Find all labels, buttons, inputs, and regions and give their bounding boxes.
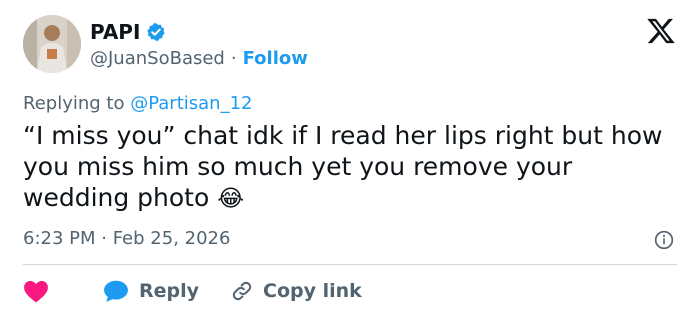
info-icon[interactable] (654, 230, 674, 250)
tweet-text: “I miss you” chat idk if I read her lips… (23, 120, 683, 215)
copy-link-label: Copy link (263, 280, 362, 302)
tweet-card: PAPI @JuanSoBased · Follow Replying to @… (0, 0, 700, 318)
reply-context: Replying to @Partisan_12 (23, 93, 252, 114)
laughing-crying-emoji: 😂 (217, 186, 245, 212)
tweet-text-body: “I miss you” chat idk if I read her lips… (23, 121, 663, 212)
like-button[interactable] (23, 279, 89, 303)
author-handle-row: @JuanSoBased · Follow (90, 48, 308, 69)
action-bar: Reply Copy link (23, 276, 362, 306)
follow-button[interactable]: Follow (243, 48, 308, 69)
reply-context-prefix: Replying to (23, 93, 125, 114)
author-name[interactable]: PAPI (90, 20, 140, 44)
link-icon (232, 281, 252, 301)
reply-label: Reply (139, 280, 200, 302)
reply-bubble-icon (104, 280, 128, 302)
heart-icon (24, 281, 48, 303)
separator-dot: · (230, 48, 237, 69)
verified-badge-icon (146, 22, 166, 42)
reply-mention-link[interactable]: @Partisan_12 (130, 93, 252, 114)
divider (23, 264, 677, 265)
copy-link-button[interactable]: Copy link (231, 280, 362, 302)
tweet-timestamp[interactable]: 6:23 PM · Feb 25, 2026 (23, 228, 230, 249)
avatar[interactable] (23, 15, 81, 73)
author-handle[interactable]: @JuanSoBased (90, 48, 225, 69)
x-logo-icon[interactable] (646, 16, 676, 46)
author-name-row: PAPI (90, 20, 166, 44)
reply-button[interactable]: Reply (103, 279, 199, 303)
